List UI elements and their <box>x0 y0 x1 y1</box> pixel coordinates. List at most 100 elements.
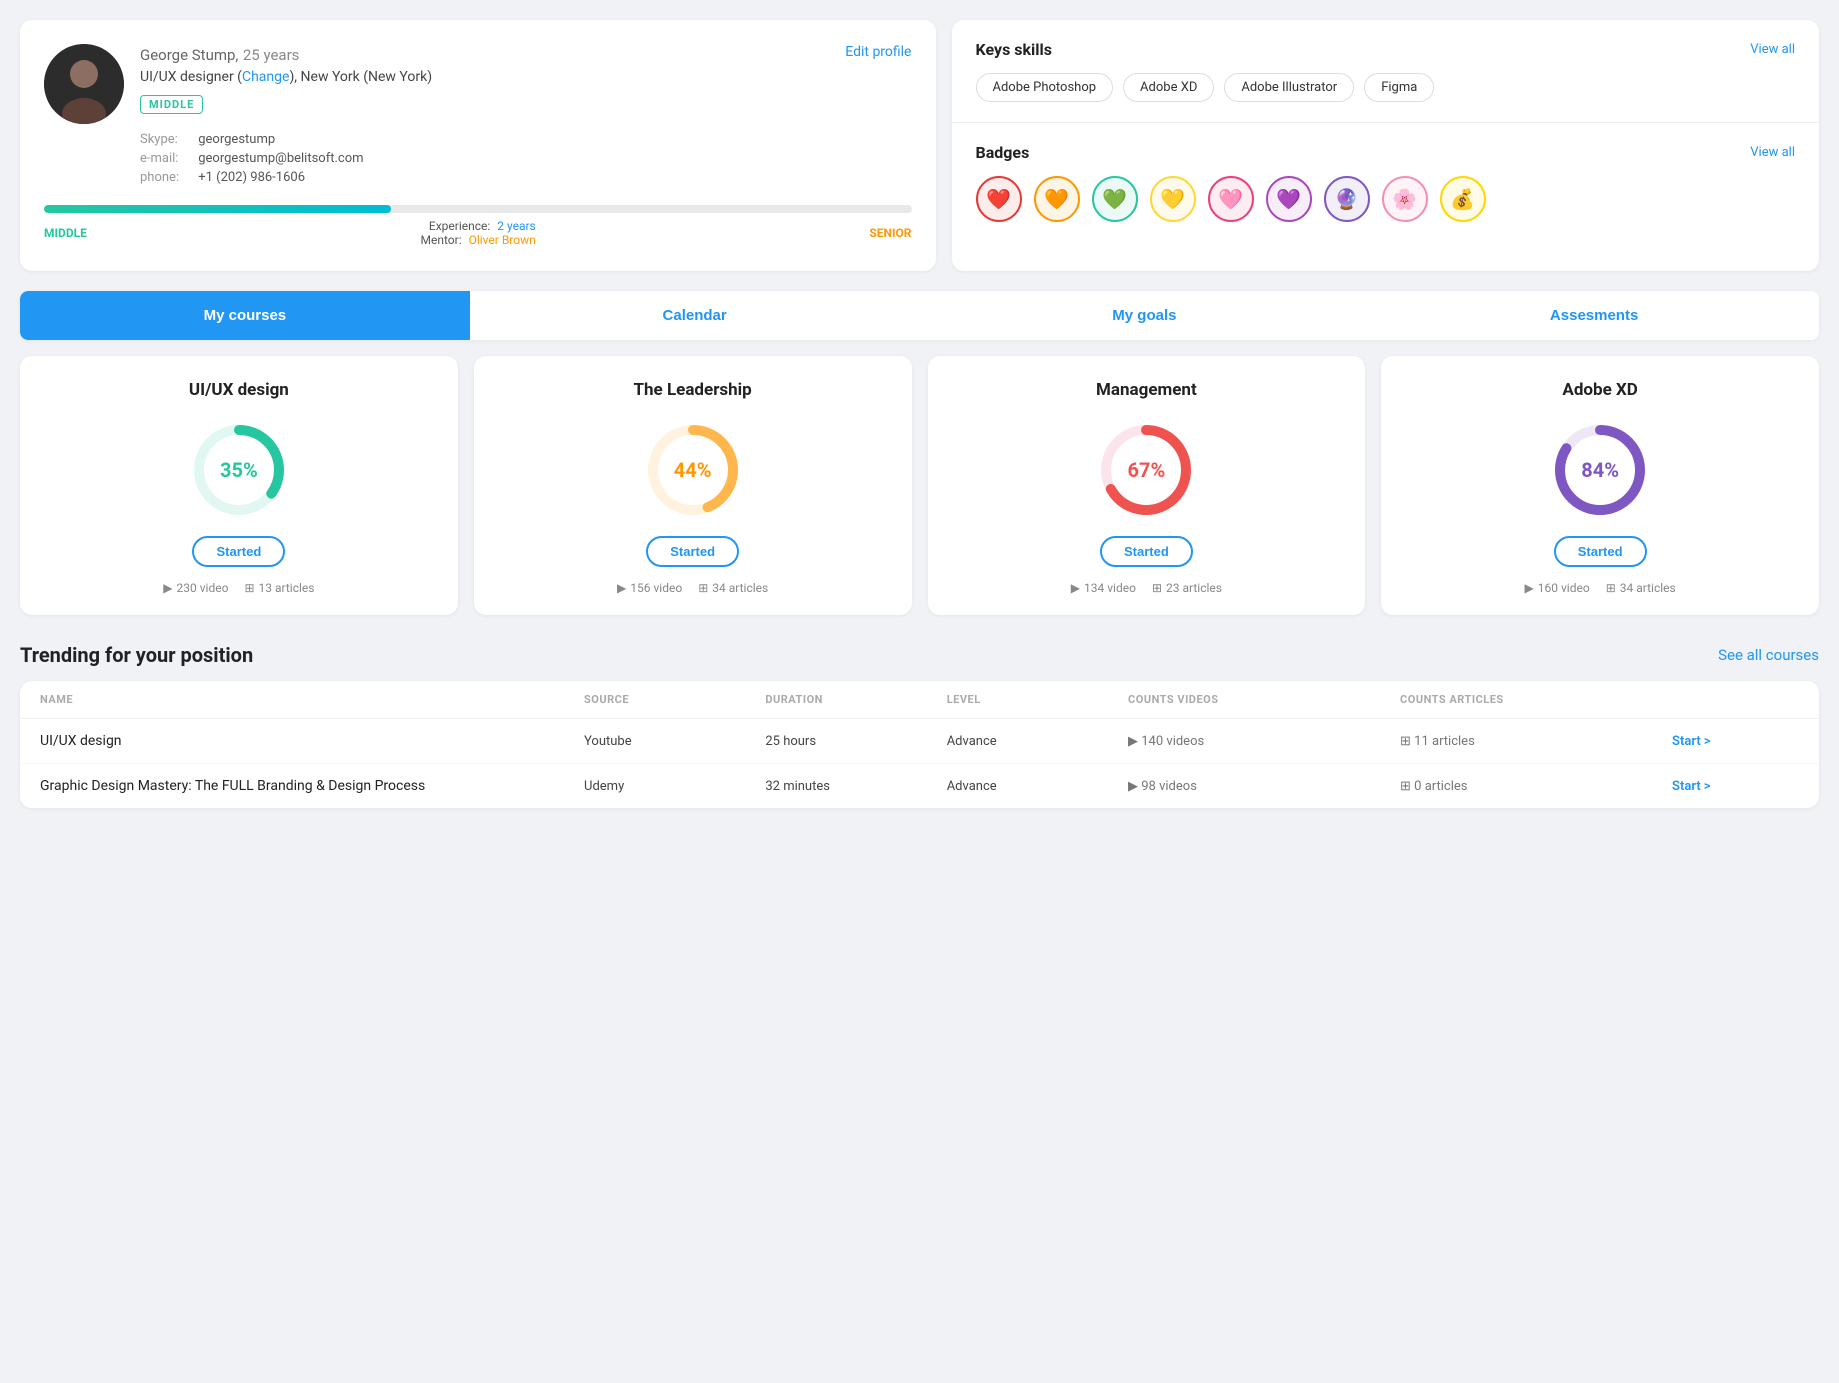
started-btn-3[interactable]: Started <box>1554 536 1647 567</box>
table-col-4: COUNTS VIDEOS <box>1128 693 1400 706</box>
table-col-6 <box>1672 693 1799 706</box>
courses-grid: UI/UX design 35% Started ▶ 230 video ⊞ 1… <box>20 356 1819 615</box>
badge-icon-3: 💛 <box>1150 176 1196 222</box>
course-meta-0: ▶ 230 video ⊞ 13 articles <box>40 581 438 595</box>
donut-label-2: 67% <box>1128 458 1166 482</box>
skills-header: Keys skills View all <box>976 40 1796 59</box>
row-start-1[interactable]: Start > <box>1672 779 1799 794</box>
phone-row: phone: +1 (202) 986-1606 <box>140 170 432 185</box>
donut-label-1: 44% <box>674 458 712 482</box>
tab-my-goals[interactable]: My goals <box>920 291 1370 340</box>
profile-header: George Stump, 25 years UI/UX designer (C… <box>44 44 912 189</box>
badge-icon-1: 🧡 <box>1034 176 1080 222</box>
row-name-0: UI/UX design <box>40 733 584 749</box>
row-articles-1: ⊞ 0 articles <box>1400 779 1672 794</box>
donut-0: 35% <box>189 420 289 520</box>
trending-header: Trending for your position See all cours… <box>20 643 1819 667</box>
row-articles-0: ⊞ 11 articles <box>1400 734 1672 749</box>
started-btn-2[interactable]: Started <box>1100 536 1193 567</box>
skill-tag: Figma <box>1364 73 1434 102</box>
table-col-5: COUNTS ARTICLES <box>1400 693 1672 706</box>
tab-my-courses[interactable]: My courses <box>20 291 470 340</box>
skills-view-all[interactable]: View all <box>1750 42 1795 57</box>
row-duration-0: 25 hours <box>765 734 946 749</box>
profile-contacts: Skype: georgestump e-mail: georgestump@b… <box>140 132 432 185</box>
table-rows: UI/UX design Youtube 25 hours Advance ▶ … <box>20 719 1819 808</box>
edit-profile-link[interactable]: Edit profile <box>845 44 911 60</box>
tab-assessments[interactable]: Assesments <box>1369 291 1819 340</box>
trending-table: NAMESOURCEDURATIONLEVELCOUNTS VIDEOSCOUN… <box>20 681 1819 808</box>
table-col-1: SOURCE <box>584 693 765 706</box>
course-card-2: Management 67% Started ▶ 134 video ⊞ 23 … <box>928 356 1366 615</box>
course-card-3: Adobe XD 84% Started ▶ 160 video ⊞ 34 ar… <box>1381 356 1819 615</box>
label-senior: SENIOR <box>869 226 911 240</box>
table-row: Graphic Design Mastery: The FULL Brandin… <box>20 764 1819 808</box>
profile-name: George Stump, 25 years <box>140 44 432 65</box>
badge-icon-7: 🌸 <box>1382 176 1428 222</box>
avatar <box>44 44 124 124</box>
table-row: UI/UX design Youtube 25 hours Advance ▶ … <box>20 719 1819 764</box>
skype-row: Skype: georgestump <box>140 132 432 147</box>
course-articles-0: ⊞ 13 articles <box>244 581 314 595</box>
course-videos-3: ▶ 160 video <box>1525 581 1590 595</box>
course-videos-0: ▶ 230 video <box>163 581 228 595</box>
profile-card: George Stump, 25 years UI/UX designer (C… <box>20 20 936 271</box>
profile-info: George Stump, 25 years UI/UX designer (C… <box>140 44 432 189</box>
table-col-2: DURATION <box>765 693 946 706</box>
top-section: George Stump, 25 years UI/UX designer (C… <box>20 20 1819 271</box>
progress-meta: Experience: 2 years Mentor: Oliver Brown <box>421 219 536 247</box>
badge-icon-6: 🔮 <box>1324 176 1370 222</box>
badges-view-all[interactable]: View all <box>1750 145 1795 160</box>
started-btn-0[interactable]: Started <box>192 536 285 567</box>
row-start-0[interactable]: Start > <box>1672 734 1799 749</box>
course-articles-2: ⊞ 23 articles <box>1152 581 1222 595</box>
table-col-0: NAME <box>40 693 584 706</box>
badge-icon-2: 💚 <box>1092 176 1138 222</box>
badge-icons: ❤️🧡💚💛🩷💜🔮🌸💰 <box>976 176 1796 222</box>
see-all-courses-link[interactable]: See all courses <box>1718 646 1819 664</box>
tab-calendar[interactable]: Calendar <box>470 291 920 340</box>
row-source-1: Udemy <box>584 779 765 794</box>
level-badge: MIDDLE <box>140 95 203 114</box>
badges-header: Badges View all <box>976 143 1796 162</box>
badges-section: Badges View all ❤️🧡💚💛🩷💜🔮🌸💰 <box>952 123 1820 242</box>
badge-icon-4: 🩷 <box>1208 176 1254 222</box>
row-videos-0: ▶ 140 videos <box>1128 734 1400 749</box>
course-meta-3: ▶ 160 video ⊞ 34 articles <box>1401 581 1799 595</box>
trending-title: Trending for your position <box>20 643 253 667</box>
badge-icon-0: ❤️ <box>976 176 1022 222</box>
change-link[interactable]: Change <box>242 69 289 85</box>
skills-card: Keys skills View all Adobe Photoshop Ado… <box>952 20 1820 271</box>
badges-title: Badges <box>976 143 1030 162</box>
donut-label-3: 84% <box>1581 458 1619 482</box>
course-title-0: UI/UX design <box>40 380 438 400</box>
course-articles-3: ⊞ 34 articles <box>1606 581 1676 595</box>
donut-label-0: 35% <box>220 458 258 482</box>
email-row: e-mail: georgestump@belitsoft.com <box>140 151 432 166</box>
progress-section: MIDDLE Experience: 2 years Mentor: Olive… <box>44 205 912 247</box>
started-btn-1[interactable]: Started <box>646 536 739 567</box>
skills-section: Keys skills View all Adobe Photoshop Ado… <box>952 20 1820 123</box>
skill-tag: Adobe Illustrator <box>1224 73 1354 102</box>
row-duration-1: 32 minutes <box>765 779 946 794</box>
donut-1: 44% <box>643 420 743 520</box>
progress-bar-bg <box>44 205 912 213</box>
row-source-0: Youtube <box>584 734 765 749</box>
skill-tag: Adobe XD <box>1123 73 1214 102</box>
profile-role: UI/UX designer (Change), New York (New Y… <box>140 69 432 85</box>
profile-left: George Stump, 25 years UI/UX designer (C… <box>44 44 432 189</box>
skill-tags: Adobe Photoshop Adobe XD Adobe Illustrat… <box>976 73 1796 102</box>
badge-icon-5: 💜 <box>1266 176 1312 222</box>
skill-tag: Adobe Photoshop <box>976 73 1114 102</box>
course-videos-1: ▶ 156 video <box>617 581 682 595</box>
donut-2: 67% <box>1096 420 1196 520</box>
course-articles-1: ⊞ 34 articles <box>698 581 768 595</box>
row-videos-1: ▶ 98 videos <box>1128 779 1400 794</box>
course-card-1: The Leadership 44% Started ▶ 156 video ⊞… <box>474 356 912 615</box>
course-title-1: The Leadership <box>494 380 892 400</box>
row-level-1: Advance <box>947 779 1128 794</box>
mentor-link[interactable]: Oliver Brown <box>469 233 536 247</box>
donut-3: 84% <box>1550 420 1650 520</box>
label-middle: MIDDLE <box>44 226 87 240</box>
skills-title: Keys skills <box>976 40 1052 59</box>
